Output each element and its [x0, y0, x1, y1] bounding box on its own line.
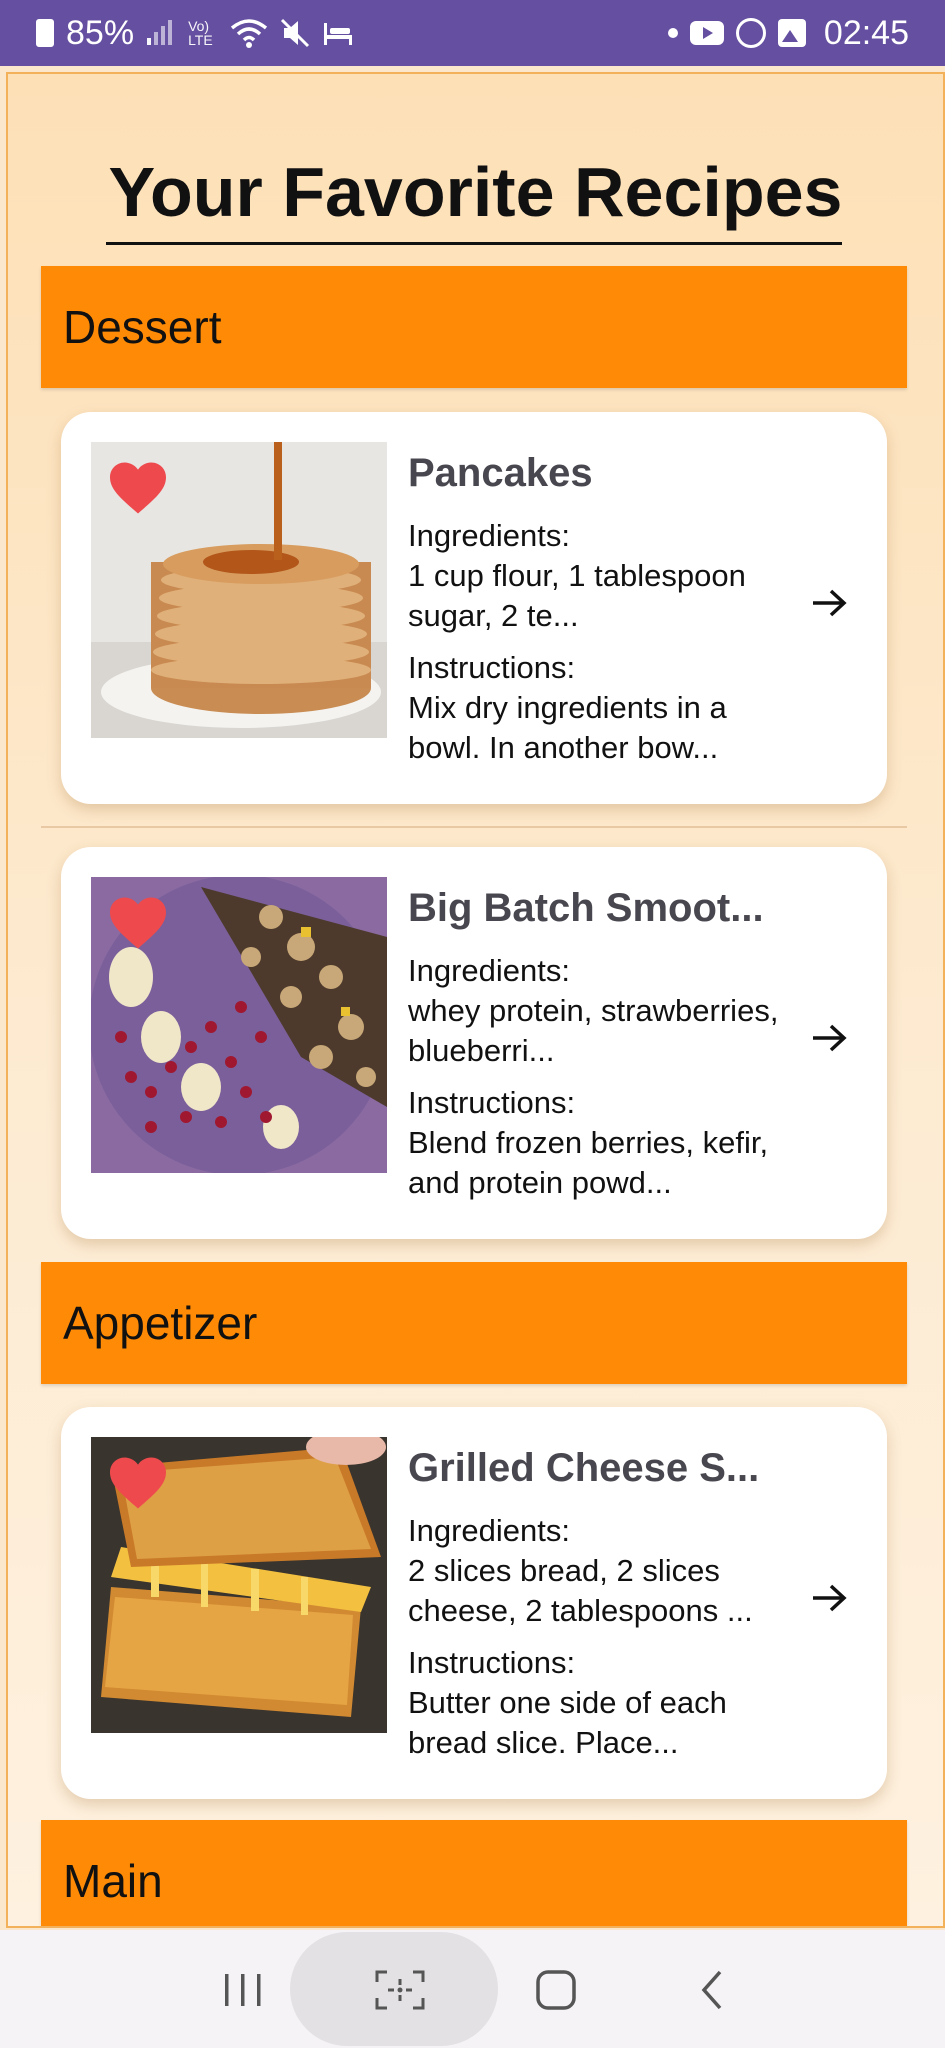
recipe-name: Big Batch Smoot... [408, 886, 764, 930]
youtube-icon [689, 21, 724, 45]
navigation-bar [0, 1930, 945, 2048]
recents-icon [225, 1974, 261, 2006]
recipe-card-pancakes[interactable]: Pancakes Ingredients: 1 cup flour, 1 tab… [61, 412, 887, 804]
instructions-label: Instructions: [408, 1085, 576, 1120]
clock: 02:45 [823, 13, 909, 52]
arrow-right-icon[interactable] [811, 588, 847, 618]
grilled-cheese-photo [91, 1437, 387, 1733]
favorite-heart-icon[interactable] [107, 460, 169, 516]
category-header-appetizer: Appetizer [41, 1262, 907, 1384]
category-header-dessert: Dessert [41, 266, 907, 388]
home-icon [536, 1970, 576, 2010]
ingredients-label: Ingredients: [408, 518, 570, 553]
bed-icon [322, 19, 354, 47]
page-title: Your Favorite Recipes [108, 153, 843, 231]
recipe-name: Grilled Cheese S... [408, 1446, 760, 1490]
ingredients-text: 1 cup flour, 1 tablespoon sugar, 2 te... [408, 558, 746, 633]
recipe-details: Pancakes Ingredients: 1 cup flour, 1 tab… [408, 446, 788, 768]
divider [41, 826, 907, 828]
battery-icon [36, 19, 54, 47]
recipe-card-smoothie[interactable]: Big Batch Smoot... Ingredients: whey pro… [61, 847, 887, 1239]
ingredients-label: Ingredients: [408, 953, 570, 988]
favorite-heart-icon[interactable] [107, 895, 169, 951]
smoothie-bowl-photo [91, 877, 387, 1173]
instructions-text: Butter one side of each bread slice. Pla… [408, 1685, 727, 1760]
notification-dot-icon [667, 28, 678, 38]
instructions-text: Mix dry ingredients in a bowl. In anothe… [408, 690, 727, 765]
ingredients-text: whey protein, strawberries, blueberri... [408, 993, 779, 1068]
gallery-icon [777, 19, 806, 47]
favorite-heart-icon[interactable] [107, 1455, 169, 1511]
signal-icon [146, 20, 176, 46]
wifi-icon [230, 18, 268, 48]
recipe-card-grilled-cheese[interactable]: Grilled Cheese S... Ingredients: 2 slice… [61, 1407, 887, 1799]
recent-apps-button[interactable] [213, 1960, 273, 2020]
screen-capture-button[interactable] [370, 1960, 430, 2020]
home-button[interactable] [526, 1960, 586, 2020]
pancakes-photo [91, 442, 387, 738]
battery-level: 85% [66, 13, 135, 52]
mute-icon [280, 18, 310, 48]
recipe-name: Pancakes [408, 451, 593, 495]
instructions-label: Instructions: [408, 650, 576, 685]
back-chevron-icon [701, 1970, 722, 2010]
network-type: Vo) LTE [188, 18, 213, 48]
status-bar: 85% Vo) LTE 02:45 [0, 0, 945, 66]
recipes-screen: Your Favorite Recipes Dessert Pancakes I… [6, 72, 945, 1928]
capture-icon [375, 1970, 425, 2010]
back-button[interactable] [683, 1960, 743, 2020]
title-underline [106, 242, 842, 245]
instructions-text: Blend frozen berries, kefir, and protein… [408, 1125, 769, 1200]
arrow-right-icon[interactable] [811, 1023, 847, 1053]
whatsapp-icon [735, 18, 766, 48]
ingredients-label: Ingredients: [408, 1513, 570, 1548]
recipe-details: Big Batch Smoot... Ingredients: whey pro… [408, 881, 788, 1203]
category-header-main: Main [41, 1820, 907, 1926]
recipe-details: Grilled Cheese S... Ingredients: 2 slice… [408, 1441, 788, 1763]
ingredients-text: 2 slices bread, 2 slices cheese, 2 table… [408, 1553, 753, 1628]
arrow-right-icon[interactable] [811, 1583, 847, 1613]
instructions-label: Instructions: [408, 1645, 576, 1680]
